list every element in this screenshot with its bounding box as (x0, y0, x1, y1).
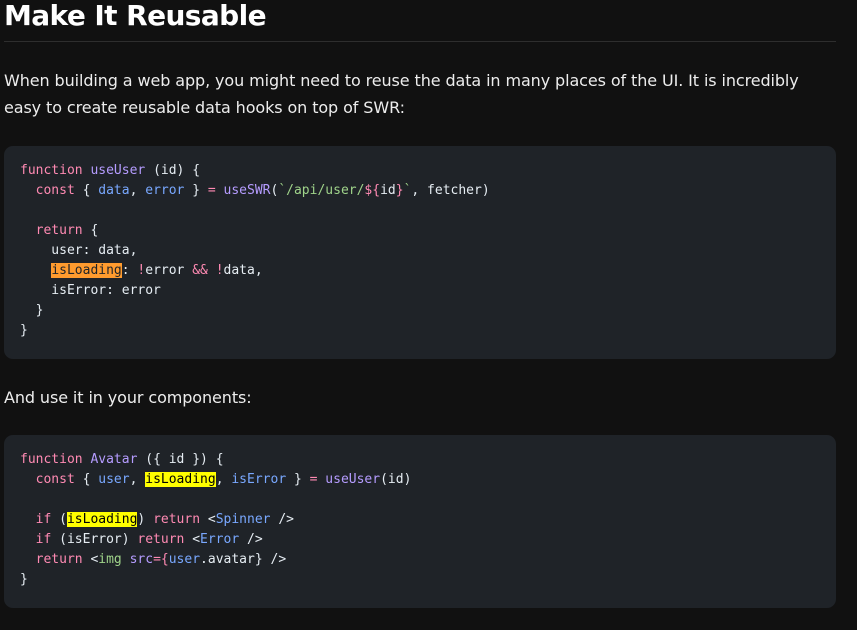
code-block-useuser[interactable]: function useUser (id) { const { data, er… (4, 146, 836, 359)
code-line: isLoading: !error && !data, (51, 263, 263, 278)
intro-paragraph: When building a web app, you might need … (4, 71, 799, 117)
section-heading: Make It Reusable (4, 0, 267, 32)
code-line: } (20, 572, 28, 587)
code-line: function useUser (id) { (20, 163, 201, 178)
code-line: return <img src={user.avatar} /> (35, 552, 287, 567)
heading-divider (4, 41, 836, 42)
search-highlight: isLoading (51, 263, 122, 278)
docs-page: Make It Reusable When building a web app… (0, 0, 857, 630)
code-line: const { data, error } = useSWR(`/api/use… (35, 183, 490, 198)
code-block-avatar[interactable]: function Avatar ({ id }) { const { user,… (4, 435, 836, 608)
code-line: if (isError) return <Error /> (35, 532, 263, 547)
code-line: isError: error (20, 283, 161, 298)
code-line: user: data, (20, 243, 138, 258)
code-line: } (20, 303, 44, 318)
search-highlight: isLoading (145, 472, 216, 487)
search-highlight: isLoading (66, 512, 138, 527)
code-line: if (isLoading) return <Spinner /> (35, 512, 294, 527)
code-line: function Avatar ({ id }) { (20, 452, 224, 467)
code-line: return { (35, 223, 99, 238)
code-line: const { user, isLoading, isError } = use… (35, 472, 412, 487)
code-line: } (20, 323, 28, 338)
usage-paragraph: And use it in your components: (4, 388, 252, 407)
